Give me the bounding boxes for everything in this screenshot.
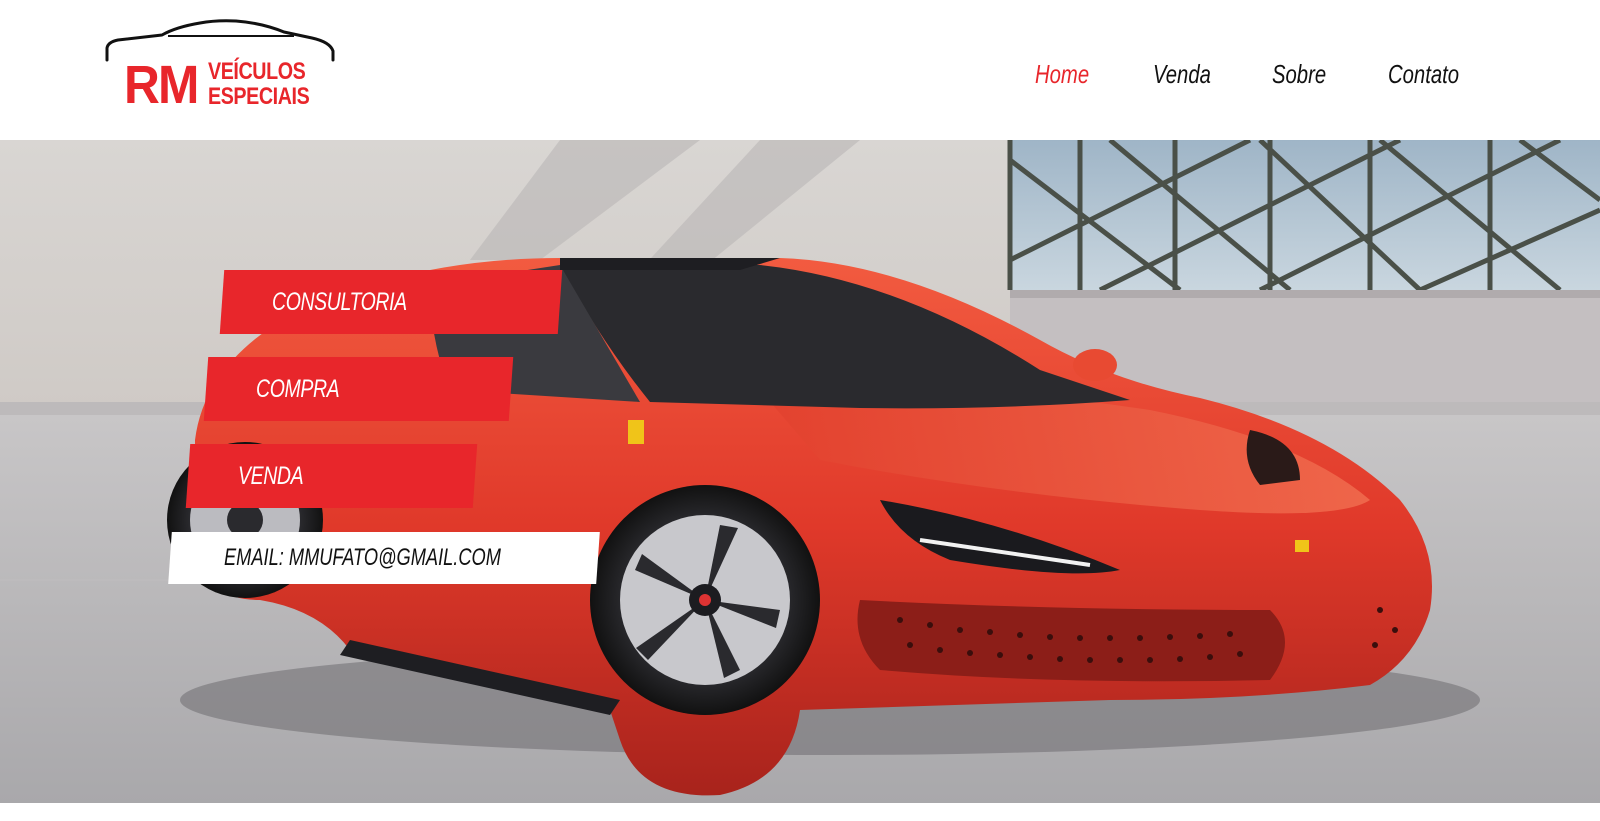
email-banner[interactable]: EMAIL: MMUFATO@GMAIL.COM <box>168 532 600 584</box>
compra-tag[interactable]: COMPRA <box>203 357 514 421</box>
venda-label: VENDA <box>238 462 304 490</box>
bottom-strip <box>0 803 1600 821</box>
logo-text-line2: ESPECIAIS <box>208 83 310 110</box>
main-nav: Home Venda Sobre Contato <box>1035 56 1505 92</box>
logo-initials: RM <box>124 55 199 115</box>
logo-text-line1: VEÍCULOS <box>208 58 306 85</box>
venda-tag[interactable]: VENDA <box>185 444 478 508</box>
logo[interactable]: RM VEÍCULOS ESPECIAIS <box>104 18 340 118</box>
nav-sobre[interactable]: Sobre <box>1272 56 1326 92</box>
compra-label: COMPRA <box>256 375 340 403</box>
consultoria-label: CONSULTORIA <box>272 288 407 316</box>
email-text: EMAIL: MMUFATO@GMAIL.COM <box>224 544 501 571</box>
consultoria-tag[interactable]: CONSULTORIA <box>219 270 563 334</box>
nav-home[interactable]: Home <box>1035 56 1089 92</box>
nav-contato[interactable]: Contato <box>1388 56 1459 92</box>
site-header: RM VEÍCULOS ESPECIAIS Home Venda Sobre C… <box>0 0 1600 140</box>
nav-venda[interactable]: Venda <box>1153 56 1211 92</box>
hero-banner: CONSULTORIA COMPRA VENDA EMAIL: MMUFATO@… <box>0 140 1600 803</box>
